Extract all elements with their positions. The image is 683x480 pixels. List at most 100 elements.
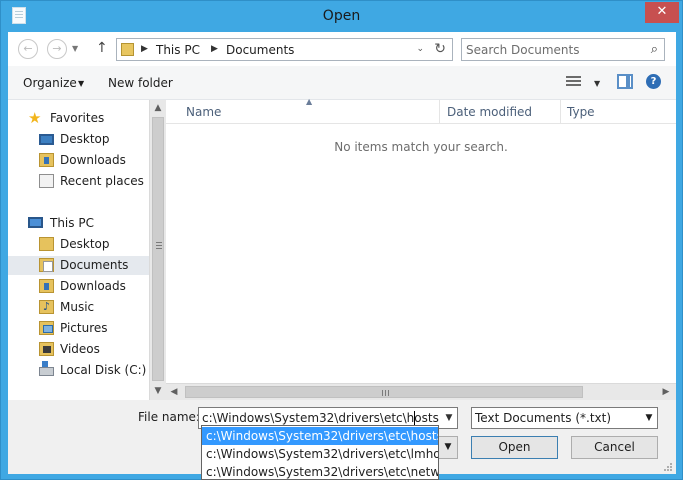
refresh-icon[interactable]: ↻ (434, 41, 446, 57)
organize-dropdown-icon[interactable]: ▼ (78, 79, 84, 88)
autocomplete-item[interactable]: c:\Windows\System32\drivers\etc\hosts (202, 427, 438, 445)
desktop-icon (39, 134, 54, 145)
scrollbar-thumb[interactable] (152, 117, 164, 381)
sort-ascending-icon: ▲ (306, 97, 313, 106)
column-divider[interactable] (439, 100, 440, 124)
scrollbar-thumb[interactable] (185, 386, 583, 398)
file-name-label: File name: (138, 410, 200, 424)
documents-folder-icon (39, 258, 54, 272)
nav-item-downloads-pc[interactable]: Downloads (8, 277, 149, 296)
address-bar[interactable]: ▶ This PC ▶ Documents ⌄ ↻ (116, 38, 453, 61)
nav-item-label: This PC (50, 216, 94, 230)
local-disk-icon (39, 361, 54, 376)
downloads-folder-icon (39, 153, 54, 167)
text-caret (414, 411, 415, 426)
new-folder-button[interactable]: New folder (108, 76, 173, 90)
address-history-dropdown-icon[interactable]: ⌄ (416, 44, 424, 54)
nav-item-label: Downloads (60, 153, 126, 167)
nav-item-documents[interactable]: Documents (8, 256, 149, 275)
nav-item-desktop[interactable]: Desktop (8, 130, 149, 149)
breadcrumb-chevron-icon[interactable]: ▶ (211, 44, 218, 54)
empty-folder-message: No items match your search. (334, 140, 508, 154)
file-type-dropdown-icon[interactable]: ▼ (641, 408, 657, 428)
forward-button[interactable]: → (47, 39, 67, 59)
videos-folder-icon (39, 342, 54, 356)
title-bar: Open ✕ (1, 1, 682, 32)
cancel-button[interactable]: Cancel (571, 436, 658, 459)
autocomplete-item[interactable]: c:\Windows\System32\drivers\etc\networks (202, 463, 438, 479)
nav-item-label: Recent places (60, 174, 144, 188)
folder-icon (121, 43, 134, 56)
search-input[interactable] (466, 42, 636, 58)
nav-item-pictures[interactable]: Pictures (8, 319, 149, 338)
nav-item-local-disk[interactable]: Local Disk (C:) (8, 361, 149, 380)
search-icon[interactable]: ⌕ (651, 42, 658, 57)
star-icon: ★ (28, 109, 42, 127)
open-button[interactable]: Open (471, 436, 558, 459)
view-options-dropdown-icon[interactable]: ▼ (594, 79, 600, 88)
back-arrow-icon: ← (23, 42, 33, 55)
recent-places-icon (39, 174, 54, 188)
nav-item-favorites[interactable]: ★ Favorites (8, 109, 149, 128)
command-toolbar: Organize ▼ New folder ▼ ? (8, 66, 676, 100)
navigation-vertical-scrollbar[interactable]: ▲ ▼ (149, 100, 166, 400)
nav-item-label: Music (60, 300, 95, 314)
column-header-row: ▲ Name Date modified Type (166, 97, 676, 124)
encoding-dropdown-icon[interactable]: ▼ (438, 436, 458, 459)
pictures-folder-icon (39, 321, 54, 335)
file-name-value[interactable]: c:\Windows\System32\drivers\etc\hosts (202, 411, 439, 425)
folder-icon (39, 237, 54, 251)
column-date-modified[interactable]: Date modified (447, 105, 532, 119)
file-name-dropdown-icon[interactable]: ▼ (441, 408, 457, 428)
dialog-client-area: ← → ▼ ↑ ▶ This PC ▶ Documents ⌄ ↻ ⌕ (8, 32, 676, 474)
close-button[interactable]: ✕ (645, 2, 679, 23)
autocomplete-item[interactable]: c:\Windows\System32\drivers\etc\lmhosts.… (202, 445, 438, 463)
nav-item-label: Videos (60, 342, 100, 356)
nav-item-label: Favorites (50, 111, 105, 125)
downloads-folder-icon (39, 279, 54, 293)
back-button[interactable]: ← (18, 39, 38, 59)
nav-item-label: Desktop (60, 237, 110, 251)
organize-button[interactable]: Organize (23, 76, 77, 90)
preview-pane-icon[interactable] (617, 74, 633, 89)
nav-item-recent-places[interactable]: Recent places (8, 172, 149, 191)
nav-item-videos[interactable]: Videos (8, 340, 149, 359)
grip-icon (382, 390, 383, 396)
nav-item-label: Desktop (60, 132, 110, 146)
grip-icon (156, 242, 162, 243)
scroll-up-arrow-icon[interactable]: ▲ (150, 100, 166, 116)
up-arrow-icon: ↑ (96, 40, 108, 56)
nav-item-label: Pictures (60, 321, 108, 335)
nav-item-this-pc[interactable]: This PC (8, 214, 149, 233)
file-name-autocomplete-list: c:\Windows\System32\drivers\etc\hosts c:… (201, 425, 439, 480)
column-name[interactable]: Name (186, 105, 221, 119)
search-box[interactable]: ⌕ (461, 38, 665, 61)
address-row: ← → ▼ ↑ ▶ This PC ▶ Documents ⌄ ↻ ⌕ (8, 32, 676, 66)
computer-icon (28, 217, 43, 228)
open-dialog-window: Open ✕ ← → ▼ ↑ ▶ This PC ▶ Documents ⌄ ↻ (0, 0, 683, 480)
nav-item-label: Documents (60, 258, 129, 272)
file-list-horizontal-scrollbar[interactable]: ◀ ▶ (166, 383, 676, 400)
breadcrumb-documents[interactable]: Documents (226, 43, 294, 57)
breadcrumb-this-pc[interactable]: This PC (156, 43, 200, 57)
nav-item-downloads[interactable]: Downloads (8, 151, 149, 170)
resize-grip-icon[interactable] (663, 462, 673, 472)
help-icon[interactable]: ? (646, 74, 661, 89)
change-view-icon[interactable] (566, 76, 581, 89)
nav-item-desktop-pc[interactable]: Desktop (8, 235, 149, 254)
file-type-select[interactable]: Text Documents (*.txt) ▼ (471, 407, 658, 429)
nav-item-label: Local Disk (C:) (60, 363, 147, 377)
breadcrumb-chevron-icon[interactable]: ▶ (141, 44, 148, 54)
column-divider[interactable] (560, 100, 561, 124)
music-folder-icon (39, 300, 54, 314)
up-button[interactable]: ↑ (96, 40, 108, 56)
window-title: Open (322, 8, 361, 24)
file-type-value: Text Documents (*.txt) (475, 411, 612, 425)
scroll-down-arrow-icon[interactable]: ▼ (150, 383, 166, 399)
scroll-left-arrow-icon[interactable]: ◀ (166, 384, 182, 400)
recent-locations-dropdown[interactable]: ▼ (72, 44, 78, 53)
column-type[interactable]: Type (567, 105, 595, 119)
nav-item-music[interactable]: Music (8, 298, 149, 317)
forward-arrow-icon: → (52, 42, 62, 55)
scroll-right-arrow-icon[interactable]: ▶ (658, 384, 674, 400)
